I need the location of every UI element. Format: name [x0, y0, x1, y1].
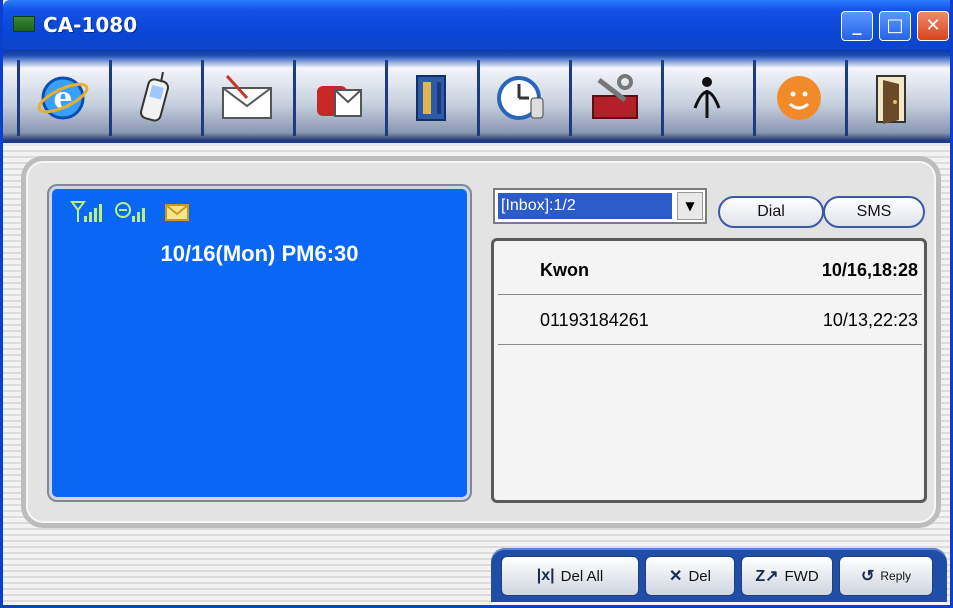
message-list: Kwon 10/16,18:28 01193184261 10/13,22:23: [491, 238, 927, 503]
screen-datetime: 10/16(Mon) PM6:30: [160, 241, 359, 266]
forward-button[interactable]: Z↗ FWD: [741, 556, 833, 596]
mailbox-select[interactable]: [Inbox]:1/2 ▼: [493, 188, 707, 224]
forward-icon: Z↗: [755, 568, 779, 585]
delete-icon: ✕: [669, 568, 683, 585]
message-time: 10/13,22:23: [822, 310, 918, 330]
list-item[interactable]: 01193184261 10/13,22:23: [498, 295, 922, 345]
reply-label: Reply: [880, 569, 912, 583]
signal-icon: [70, 201, 102, 222]
sms-button[interactable]: SMS: [823, 196, 925, 228]
app-window: CA-1080 _ □ ✕ e 10/16(Mon) PM6:30 [Inbox…: [0, 0, 953, 608]
toolbox-icon[interactable]: [569, 60, 657, 136]
mailbox-icon[interactable]: [293, 60, 381, 136]
exit-door-icon[interactable]: [845, 60, 933, 136]
status-icons: [70, 199, 192, 225]
delete-all-label: Del All: [560, 567, 604, 585]
app-logo-icon: [13, 16, 35, 32]
message-time: 10/16,18:28: [821, 260, 918, 280]
message-sender: 01193184261: [540, 310, 649, 330]
message-sender: Kwon: [540, 260, 589, 280]
delete-button[interactable]: ✕ Del: [645, 556, 735, 596]
maximize-button[interactable]: □: [879, 11, 911, 41]
message-icon: [165, 204, 189, 221]
chevron-down-icon[interactable]: ▼: [677, 192, 703, 220]
mailbox-select-value: [Inbox]:1/2: [498, 193, 672, 219]
close-button[interactable]: ✕: [917, 11, 949, 41]
delete-label: Del: [688, 567, 711, 585]
delete-all-button[interactable]: |x| Del All: [501, 556, 639, 596]
main-toolbar: e: [3, 50, 950, 143]
delete-all-icon: |x|: [536, 567, 555, 584]
smiley-icon[interactable]: [753, 60, 841, 136]
title-bar[interactable]: CA-1080 _ □ ✕: [3, 0, 950, 50]
list-item[interactable]: Kwon 10/16,18:28: [498, 245, 922, 295]
phone-screen: 10/16(Mon) PM6:30: [49, 186, 470, 500]
window-title: CA-1080: [43, 13, 138, 37]
person-icon[interactable]: [661, 60, 749, 136]
internet-icon[interactable]: e: [17, 60, 105, 136]
mail-compose-icon[interactable]: [201, 60, 289, 136]
dial-button[interactable]: Dial: [718, 196, 824, 228]
forward-label: FWD: [784, 567, 819, 585]
battery-icon: [115, 202, 145, 222]
reply-icon: ↺: [860, 568, 875, 585]
reply-button[interactable]: ↺ Reply: [839, 556, 933, 596]
phonebook-icon[interactable]: [385, 60, 473, 136]
phone-icon[interactable]: [109, 60, 197, 136]
minimize-button[interactable]: _: [841, 11, 873, 41]
clock-icon[interactable]: [477, 60, 565, 136]
